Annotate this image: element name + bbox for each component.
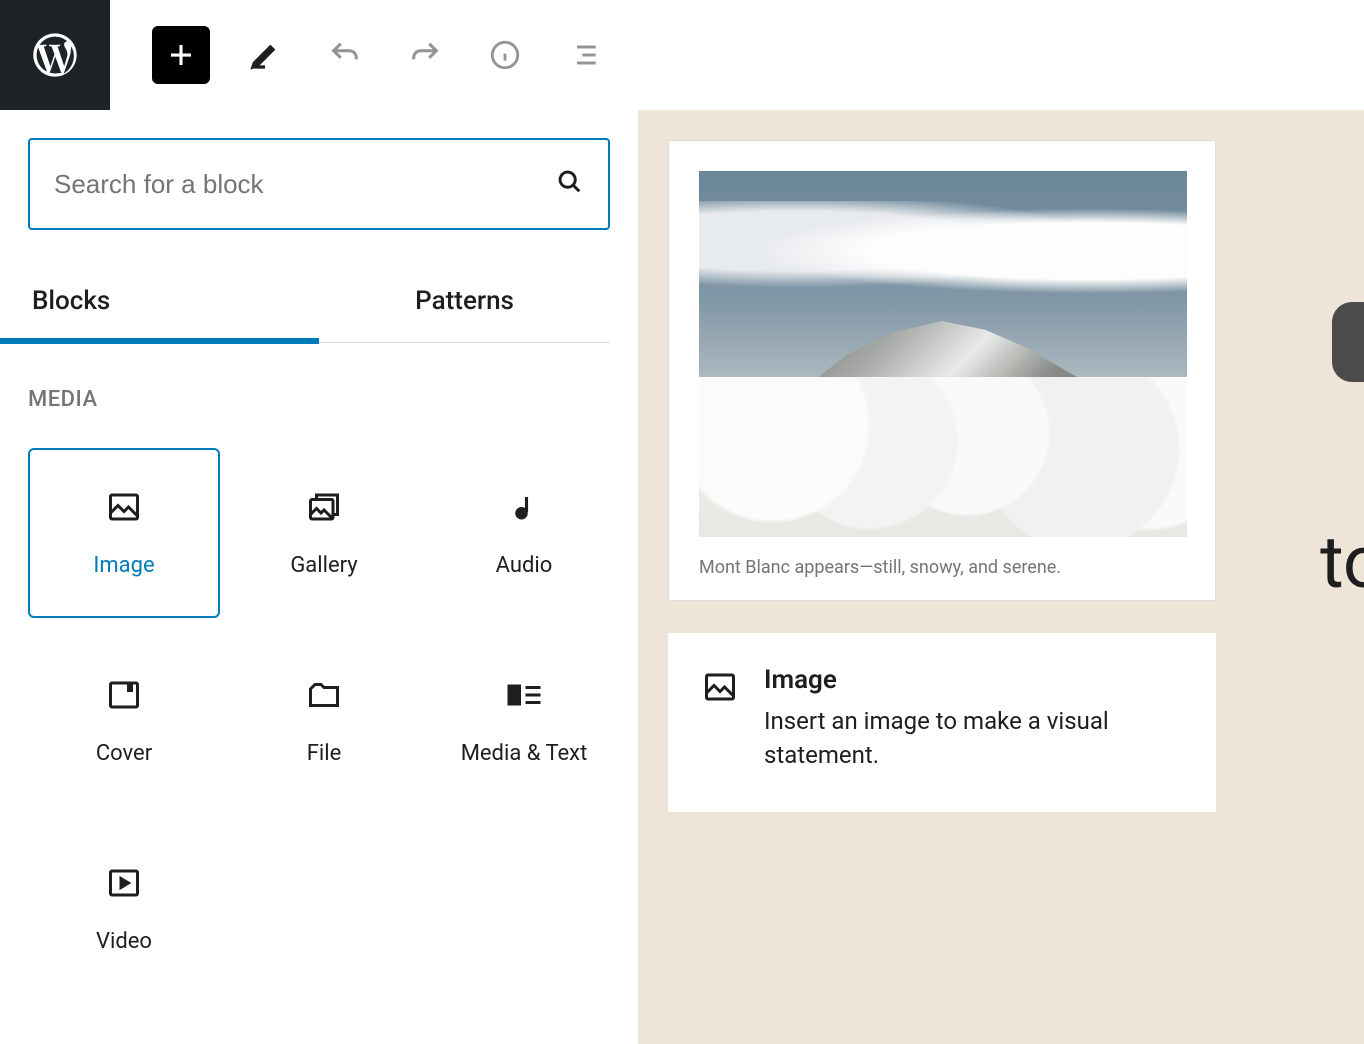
info-button[interactable] bbox=[480, 30, 530, 80]
block-label: Gallery bbox=[290, 553, 357, 578]
wordpress-icon bbox=[29, 29, 81, 81]
gallery-icon bbox=[306, 489, 342, 525]
block-media-text[interactable]: Media & Text bbox=[428, 636, 620, 806]
add-block-button[interactable] bbox=[152, 26, 210, 84]
redo-button[interactable] bbox=[400, 30, 450, 80]
block-label: Audio bbox=[496, 553, 553, 578]
block-gallery[interactable]: Gallery bbox=[228, 448, 420, 618]
redo-icon bbox=[408, 38, 442, 72]
tab-blocks[interactable]: Blocks bbox=[28, 260, 319, 342]
block-grid: Image Gallery Audio Cover bbox=[28, 448, 610, 994]
preview-image bbox=[699, 171, 1187, 537]
audio-icon bbox=[506, 489, 542, 525]
search-icon bbox=[556, 168, 584, 200]
cover-icon bbox=[106, 677, 142, 713]
plus-icon bbox=[166, 40, 196, 70]
editor-toolbar bbox=[110, 26, 610, 84]
undo-button[interactable] bbox=[320, 30, 370, 80]
file-icon bbox=[306, 677, 342, 713]
block-description-card: Image Insert an image to make a visual s… bbox=[668, 633, 1216, 812]
tab-patterns[interactable]: Patterns bbox=[319, 260, 610, 342]
inserter-tabs: Blocks Patterns bbox=[28, 260, 610, 343]
preview-card: Mont Blanc appears—still, snowy, and ser… bbox=[668, 140, 1216, 601]
block-search-wrap bbox=[28, 138, 610, 230]
wordpress-logo[interactable] bbox=[0, 0, 110, 110]
image-icon bbox=[702, 669, 738, 709]
block-preview-panel: Mont Blanc appears—still, snowy, and ser… bbox=[638, 110, 1364, 1044]
block-desc-title: Image bbox=[764, 665, 1182, 695]
preview-caption: Mont Blanc appears—still, snowy, and ser… bbox=[699, 557, 1185, 578]
clipped-shape bbox=[1332, 302, 1364, 382]
block-label: Video bbox=[96, 929, 152, 954]
block-label: Cover bbox=[96, 741, 152, 766]
undo-icon bbox=[328, 38, 362, 72]
list-view-icon bbox=[569, 39, 601, 71]
image-icon bbox=[106, 489, 142, 525]
editor-main: Blocks Patterns MEDIA Image Gallery bbox=[0, 110, 1364, 1044]
edit-tool-button[interactable] bbox=[240, 30, 290, 80]
outline-button[interactable] bbox=[560, 30, 610, 80]
video-icon bbox=[106, 865, 142, 901]
block-label: File bbox=[307, 741, 342, 766]
section-media-label: MEDIA bbox=[28, 387, 610, 412]
block-desc-text: Insert an image to make a visual stateme… bbox=[764, 705, 1182, 772]
block-search-input[interactable] bbox=[54, 169, 556, 200]
clipped-text: to bbox=[1320, 520, 1364, 605]
pencil-icon bbox=[249, 39, 281, 71]
block-inserter-panel: Blocks Patterns MEDIA Image Gallery bbox=[0, 110, 638, 1044]
block-label: Media & Text bbox=[461, 741, 588, 766]
block-cover[interactable]: Cover bbox=[28, 636, 220, 806]
block-audio[interactable]: Audio bbox=[428, 448, 620, 618]
editor-topbar bbox=[0, 0, 1364, 110]
info-icon bbox=[488, 38, 522, 72]
media-text-icon bbox=[506, 677, 542, 713]
block-image[interactable]: Image bbox=[28, 448, 220, 618]
block-file[interactable]: File bbox=[228, 636, 420, 806]
block-label: Image bbox=[93, 553, 154, 578]
block-video[interactable]: Video bbox=[28, 824, 220, 994]
